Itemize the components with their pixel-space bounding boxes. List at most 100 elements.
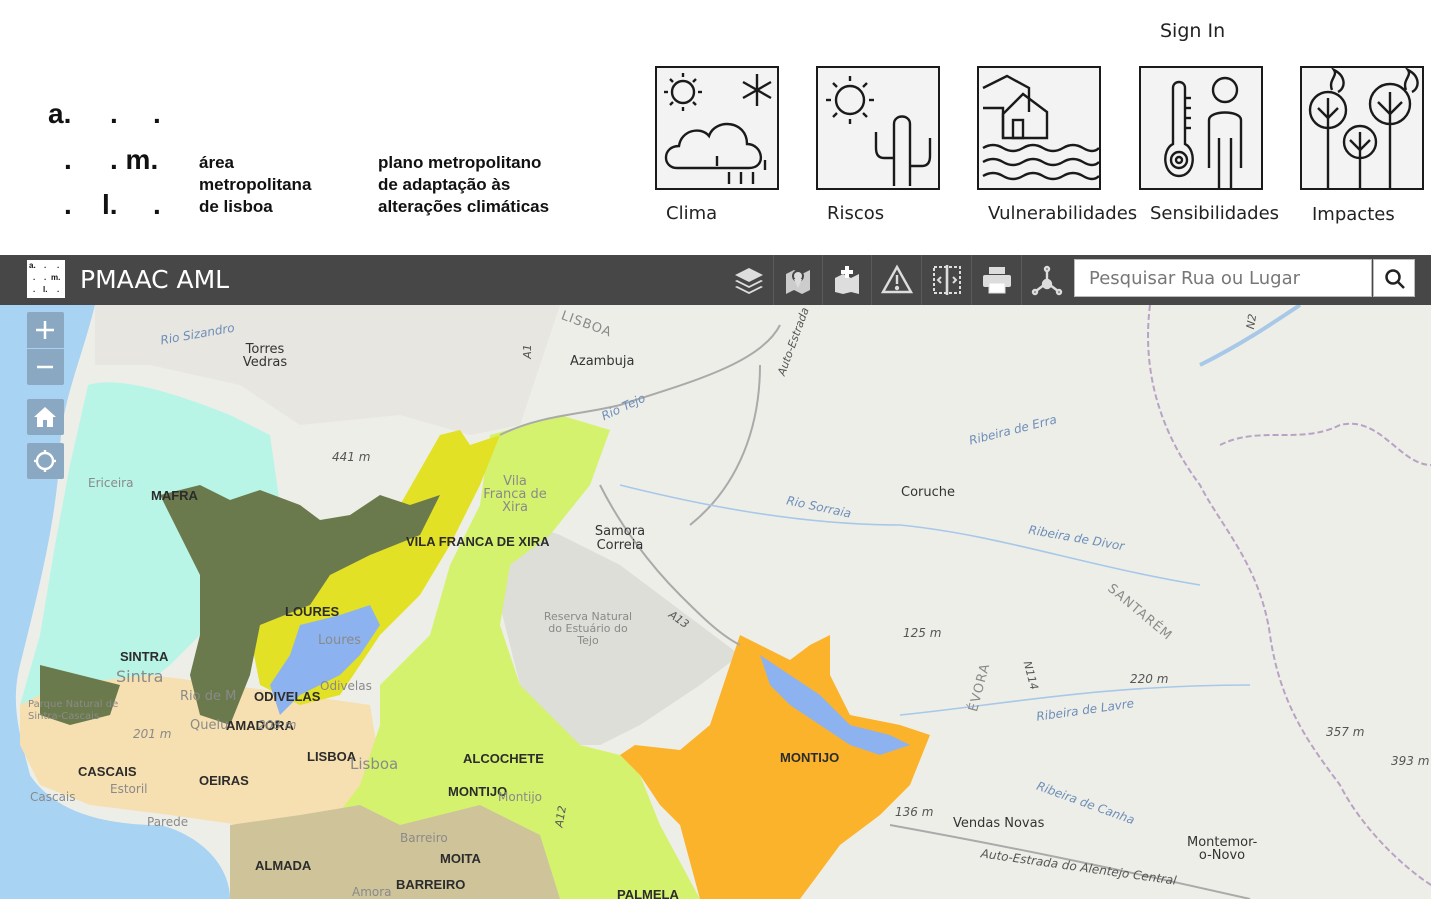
road-line xyxy=(689,364,761,526)
home-button[interactable] xyxy=(27,399,64,435)
layers-button[interactable] xyxy=(725,255,774,305)
home-icon xyxy=(34,407,56,427)
map-label-place: Loures xyxy=(318,633,362,648)
swipe-button[interactable] xyxy=(923,255,972,305)
share-button[interactable] xyxy=(1023,255,1071,305)
org-name-line: área xyxy=(199,153,234,172)
minus-icon xyxy=(37,365,53,369)
print-icon xyxy=(983,267,1011,294)
risks-icon xyxy=(826,76,932,186)
map-label-municipality: ALMADA xyxy=(255,858,312,873)
plus-icon xyxy=(36,321,54,339)
logo-glyph: . xyxy=(64,144,72,175)
zoom-in-button[interactable] xyxy=(27,312,64,348)
nav-label-riscos[interactable]: Riscos xyxy=(827,203,884,224)
logo-glyph: . xyxy=(64,189,72,220)
toolbar-logo-glyph: . xyxy=(57,285,60,294)
warning-button[interactable] xyxy=(873,255,922,305)
map-label-place: Vila Franca de Xira xyxy=(483,474,547,515)
map-label-municipality: SINTRA xyxy=(120,649,169,664)
toolbar-logo-glyph: . xyxy=(33,273,36,282)
map-label-place: Quelu xyxy=(190,718,229,733)
print-button[interactable] xyxy=(973,255,1022,305)
map-label-municipality: MOITA xyxy=(440,851,481,866)
map-label-place: Lisboa xyxy=(350,755,399,773)
map-label-municipality: BARREIRO xyxy=(396,877,466,892)
map-label-place: Coruche xyxy=(901,485,955,500)
map-label-place: Odivelas xyxy=(320,679,372,693)
map-view[interactable]: MAFRA VILA FRANCA DE XIRA LOURES SINTRA … xyxy=(0,305,1431,899)
logo-glyph: . xyxy=(153,98,161,129)
basemap-button[interactable] xyxy=(774,255,823,305)
toolbar-logo-glyph: l. xyxy=(43,285,48,294)
map-label-place: Amora xyxy=(352,885,392,899)
map-label-place: Rio de M xyxy=(180,689,237,704)
map-label-elevation: 125 m xyxy=(903,626,942,640)
app-title: PMAAC AML xyxy=(80,265,230,294)
search-icon xyxy=(1385,269,1405,289)
map-label-place: Barreiro xyxy=(400,831,448,845)
map-label-municipality: LISBOA xyxy=(307,749,357,764)
map-label-municipality: MAFRA xyxy=(151,488,198,503)
map-label-reserve: Reserva Natural do Estuário do Tejo xyxy=(543,610,633,647)
map-label-municipality: ALCOCHETE xyxy=(463,751,544,766)
nav-label-clima[interactable]: Clima xyxy=(666,203,717,224)
layers-icon xyxy=(735,268,763,294)
map-label-elevation: 393 m xyxy=(1391,754,1430,768)
logo-glyph: . xyxy=(153,189,161,220)
app-toolbar: a. . . . . m. . l. . PMAAC AML xyxy=(0,255,1431,305)
toolbar-logo-glyph: . xyxy=(44,261,47,270)
map-label-municipality: ODIVELAS xyxy=(254,689,321,704)
plan-name-line: alterações climáticas xyxy=(378,197,550,216)
map-label-place: Montijo xyxy=(498,790,543,804)
logo-glyph: . m. xyxy=(110,144,159,175)
site-header: Sign In a. . . . . m. . l. . área metrop… xyxy=(0,0,1431,255)
nav-tile-sensibilidades[interactable] xyxy=(1139,66,1263,190)
map-label-municipality: LOURES xyxy=(285,604,340,619)
nav-label-vulnerabilidades[interactable]: Vulnerabilidades xyxy=(988,203,1137,224)
map-label-place: Samora Correia xyxy=(594,524,646,553)
share-icon xyxy=(1031,265,1063,296)
toolbar-logo-glyph: . xyxy=(57,261,60,270)
map-label-place: Ericeira xyxy=(88,476,134,490)
map-label-road: N2 xyxy=(1243,312,1260,331)
zoom-out-button[interactable] xyxy=(27,349,64,385)
map-label-place: Parque Natural de Sintra-Cascais xyxy=(28,699,119,722)
locate-button[interactable] xyxy=(27,443,64,479)
org-name: área metropolitana de lisboa xyxy=(199,152,311,218)
toolbar-logo-glyph: . xyxy=(33,285,36,294)
map-label-municipality: PALMELA xyxy=(617,887,679,899)
nav-tile-impactes[interactable] xyxy=(1300,66,1424,190)
nav-label-impactes[interactable]: Impactes xyxy=(1312,204,1395,225)
search-button[interactable] xyxy=(1373,259,1415,297)
add-data-button[interactable] xyxy=(823,255,872,305)
map-label-place: Torres Vedras xyxy=(242,342,288,370)
map-label-place: Vendas Novas xyxy=(953,816,1045,831)
nav-tile-clima[interactable] xyxy=(655,66,779,190)
toolbar-logo: a. . . . . m. . l. . xyxy=(27,260,65,298)
locate-icon xyxy=(34,450,56,472)
logo-glyph: a. xyxy=(48,98,72,129)
map-label-municipality: OEIRAS xyxy=(199,773,249,788)
map-label-place: Montemor-o-Novo xyxy=(1187,835,1258,863)
district-border xyxy=(1219,422,1431,466)
basemap-icon xyxy=(786,270,810,294)
sensitivities-icon xyxy=(1164,76,1243,188)
impacts-icon xyxy=(1308,68,1419,188)
sign-in-link[interactable]: Sign In xyxy=(1160,20,1225,42)
logo-glyph: l. xyxy=(102,189,118,220)
river-line xyxy=(619,484,1201,586)
search-input[interactable] xyxy=(1074,259,1372,297)
nav-tile-riscos[interactable] xyxy=(816,66,940,190)
map-label-elevation: 201 m xyxy=(133,727,172,741)
map-label-elevation: 357 m xyxy=(1326,725,1365,739)
map-label-place: Estoril xyxy=(110,782,148,796)
map-label-municipality: MONTIJO xyxy=(780,750,840,765)
map-label-elevation: 441 m xyxy=(332,450,371,464)
map-label-municipality: VILA FRANCA DE XIRA xyxy=(406,534,550,549)
nav-label-sensibilidades[interactable]: Sensibilidades xyxy=(1150,203,1279,224)
map-canvas[interactable] xyxy=(0,305,1431,899)
map-label-place: Cascais xyxy=(30,790,76,804)
nav-tile-vulnerabilidades[interactable] xyxy=(977,66,1101,190)
map-label-road: A1 xyxy=(520,344,534,359)
